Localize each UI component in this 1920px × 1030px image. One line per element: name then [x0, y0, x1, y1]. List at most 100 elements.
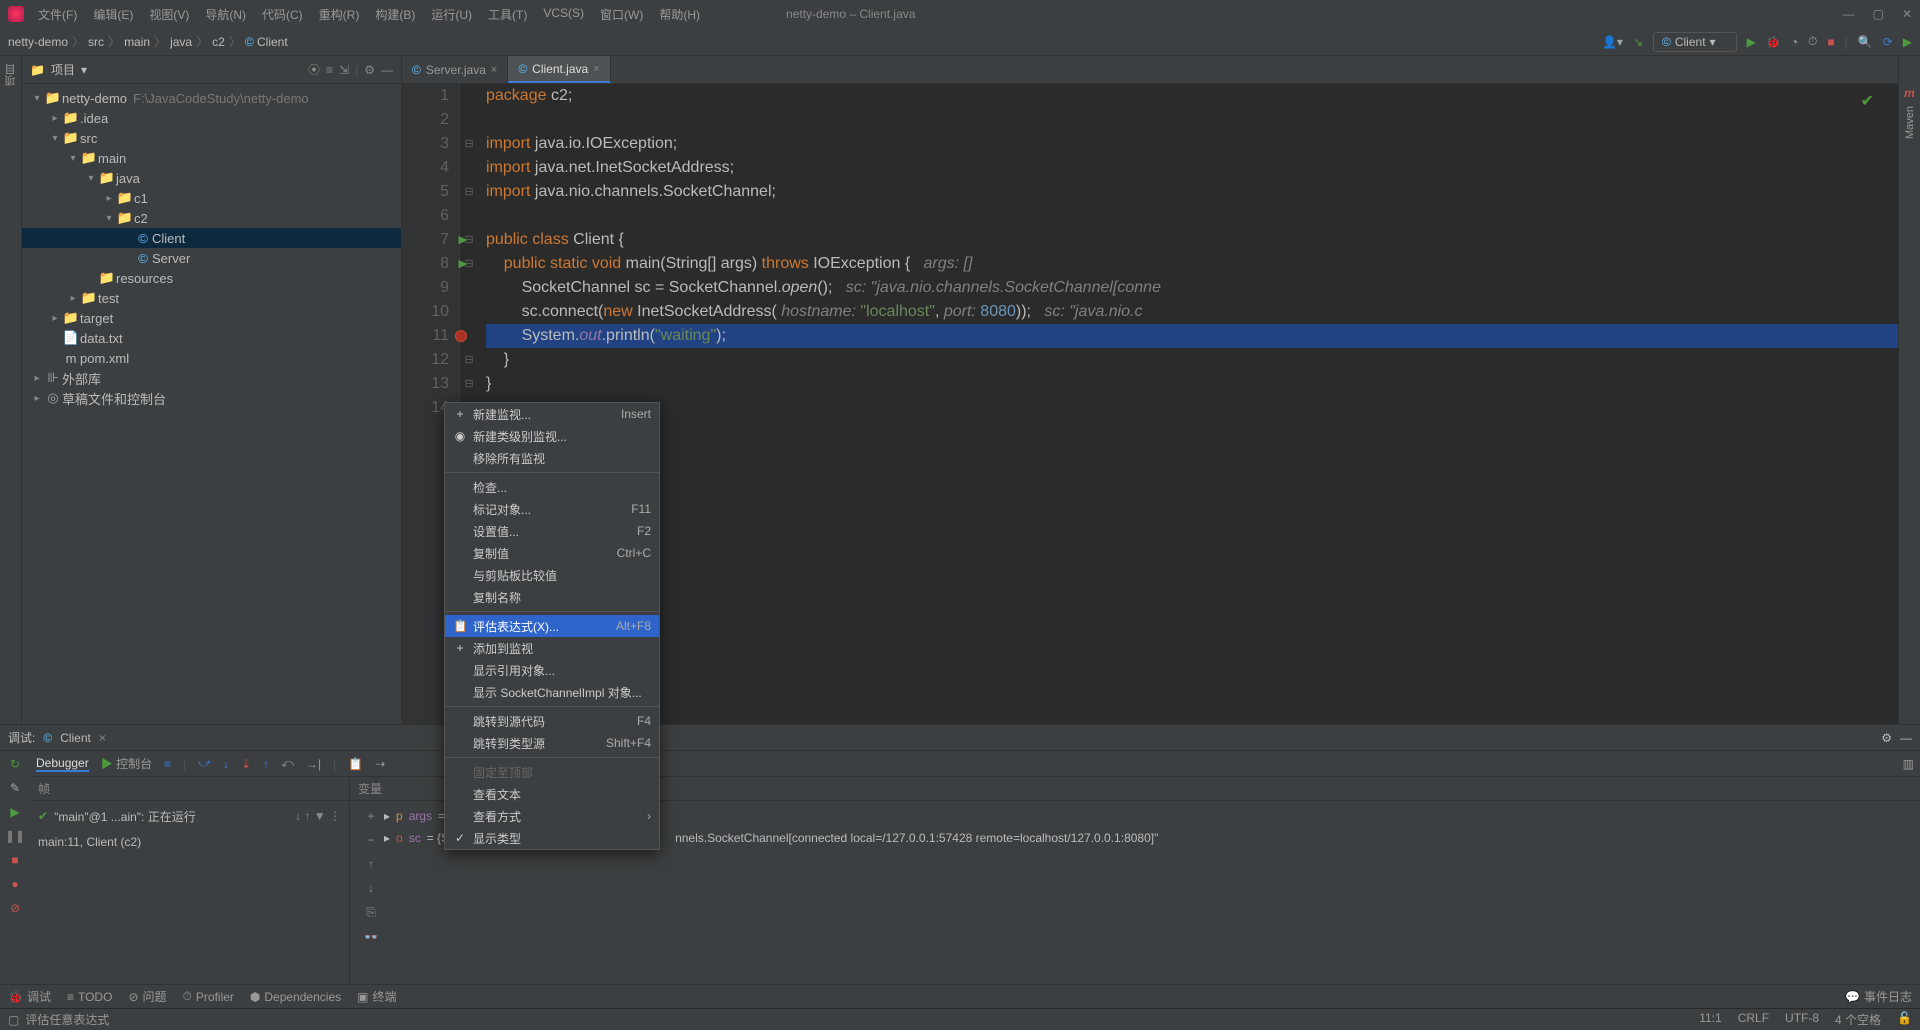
stack-frame-row[interactable]: main:11, Client (c2)	[38, 831, 341, 853]
tool-profiler[interactable]: ⏱ Profiler	[183, 989, 234, 1004]
context-menu-item[interactable]: +添加到监视	[445, 637, 659, 659]
context-menu-item[interactable]: 复制名称	[445, 586, 659, 608]
context-menu-item[interactable]: 移除所有监视	[445, 447, 659, 469]
tool-problems[interactable]: ⊘ 问题	[128, 988, 166, 1005]
close-tab-icon[interactable]: ×	[99, 731, 106, 745]
editor-tab[interactable]: ©Server.java×	[402, 56, 508, 83]
menu-item[interactable]: 文件(F)	[32, 4, 83, 25]
glasses-icon[interactable]: 👓	[364, 930, 379, 944]
rerun-icon[interactable]: ↻	[10, 757, 20, 771]
context-menu-item[interactable]: 与剪贴板比较值	[445, 564, 659, 586]
context-menu-item[interactable]: 检查...	[445, 476, 659, 498]
context-menu-item[interactable]: 复制值Ctrl+C	[445, 542, 659, 564]
readonly-lock-icon[interactable]: 🔓	[1897, 1011, 1912, 1028]
tree-row[interactable]: ▾📁src	[22, 128, 401, 148]
modify-run-icon[interactable]: ✎	[10, 781, 20, 795]
context-menu-item[interactable]: 显示 SocketChannelImpl 对象...	[445, 681, 659, 703]
context-menu-item[interactable]: ◉新建类级别监视...	[445, 425, 659, 447]
layout-icon[interactable]: ▥	[1903, 757, 1914, 771]
maven-tool-button[interactable]: Maven	[1904, 106, 1916, 139]
menu-item[interactable]: 编辑(E)	[87, 4, 139, 25]
breadcrumb-item[interactable]: © Client	[245, 35, 288, 49]
tree-row[interactable]: mpom.xml	[22, 348, 401, 368]
context-menu[interactable]: +新建监视...Insert◉新建类级别监视...移除所有监视检查...标记对象…	[444, 402, 660, 850]
menu-item[interactable]: 视图(V)	[143, 4, 195, 25]
search-icon[interactable]: 🔍	[1858, 35, 1873, 49]
threads-icon[interactable]: ≡	[164, 757, 171, 771]
tree-row[interactable]: ▸⊪外部库	[22, 368, 401, 388]
breadcrumb-item[interactable]: main	[124, 35, 150, 49]
menu-item[interactable]: 重构(R)	[313, 4, 366, 25]
menu-item[interactable]: 工具(T)	[482, 4, 533, 25]
user-icon[interactable]: 👤▾	[1602, 35, 1623, 49]
tool-terminal[interactable]: ▣ 终端	[357, 988, 396, 1005]
project-tree[interactable]: ▾📁netty-demoF:\JavaCodeStudy\netty-demo ▸…	[22, 84, 401, 724]
tree-row[interactable]: ▾📁main	[22, 148, 401, 168]
gear-icon[interactable]: ⚙	[364, 63, 375, 77]
locate-icon[interactable]: ⦿	[308, 61, 320, 78]
tree-row[interactable]: ©Client	[22, 228, 401, 248]
drop-frame-icon[interactable]: ⤺	[281, 756, 294, 771]
remove-watch-icon[interactable]: −	[367, 833, 374, 847]
force-step-into-icon[interactable]: ⇣	[241, 757, 251, 771]
mute-bp-icon[interactable]: ⊘	[10, 901, 20, 915]
indent-info[interactable]: 4 个空格	[1835, 1011, 1881, 1028]
play-with-icon[interactable]: ▶	[1903, 35, 1912, 49]
hide-icon[interactable]: —	[381, 63, 393, 77]
run-config-selector[interactable]: © Client ▾	[1653, 32, 1737, 52]
menu-item[interactable]: 帮助(H)	[653, 4, 706, 25]
editor-tab[interactable]: ©Client.java×	[508, 56, 610, 83]
menu-item[interactable]: VCS(S)	[537, 4, 590, 25]
context-menu-item[interactable]: 显示引用对象...	[445, 659, 659, 681]
breadcrumb-item[interactable]: netty-demo	[8, 35, 68, 49]
tool-todo[interactable]: ≡ TODO	[67, 990, 112, 1004]
maximize-icon[interactable]: ▢	[1873, 7, 1884, 21]
run-to-cursor-icon[interactable]: →|	[306, 757, 321, 771]
run-icon[interactable]: ▶	[1747, 35, 1756, 49]
tab-debugger[interactable]: Debugger	[36, 756, 89, 772]
context-menu-item[interactable]: 📋评估表达式(X)...Alt+F8	[445, 615, 659, 637]
coverage-icon[interactable]: ◔	[1791, 35, 1798, 49]
tree-row[interactable]: 📁resources	[22, 268, 401, 288]
menu-item[interactable]: 导航(N)	[199, 4, 252, 25]
line-separator[interactable]: CRLF	[1738, 1011, 1769, 1028]
step-out-icon[interactable]: ↑	[263, 757, 269, 771]
stop-icon[interactable]: ■	[11, 853, 18, 867]
up-icon[interactable]: ↑	[368, 857, 374, 871]
add-watch-icon[interactable]: +	[367, 809, 374, 823]
resume-icon[interactable]: ▶	[10, 805, 19, 819]
tree-row[interactable]: ▸◎草稿文件和控制台	[22, 388, 401, 408]
file-encoding[interactable]: UTF-8	[1785, 1011, 1819, 1028]
context-menu-item[interactable]: 跳转到源代码F4	[445, 710, 659, 732]
tool-dependencies[interactable]: ⬢ Dependencies	[250, 990, 341, 1004]
breadcrumb-item[interactable]: java	[170, 35, 192, 49]
down-icon[interactable]: ↓	[368, 881, 374, 895]
breadcrumb-item[interactable]: src	[88, 35, 104, 49]
step-over-icon[interactable]: ⤻	[198, 756, 211, 771]
tree-row[interactable]: ©Server	[22, 248, 401, 268]
profiler-icon[interactable]: ⏱	[1808, 34, 1817, 49]
tab-console[interactable]: ▶ 控制台	[101, 755, 152, 772]
breakpoints-icon[interactable]: ●	[11, 877, 18, 891]
tree-row[interactable]: ▾📁java	[22, 168, 401, 188]
context-menu-item[interactable]: +新建监视...Insert	[445, 403, 659, 425]
expand-all-icon[interactable]: ≡	[326, 63, 333, 77]
copy-icon[interactable]: ⎘	[366, 905, 376, 920]
pause-icon[interactable]: ❚❚	[5, 829, 25, 843]
thread-row[interactable]: ✔ "main"@1 ...ain": 正在运行 ↓ ↑ ▼ ⋮	[38, 805, 341, 827]
menu-item[interactable]: 运行(U)	[425, 4, 478, 25]
close-icon[interactable]: ✕	[1902, 7, 1912, 21]
event-log[interactable]: 💬 事件日志	[1845, 988, 1912, 1005]
step-into-icon[interactable]: ↓	[223, 757, 229, 771]
inspection-ok-icon[interactable]: ✔	[1861, 90, 1874, 114]
build-icon[interactable]: ↘	[1633, 35, 1643, 49]
stop-icon[interactable]: ■	[1827, 35, 1834, 49]
breadcrumb-item[interactable]: c2	[212, 35, 225, 49]
sync-icon[interactable]: ⟳	[1883, 35, 1893, 49]
tool-debug[interactable]: 🐞 调试	[8, 988, 51, 1005]
status-icon[interactable]: ▢	[8, 1013, 19, 1027]
tree-row[interactable]: ▾📁netty-demoF:\JavaCodeStudy\netty-demo	[22, 88, 401, 108]
menu-item[interactable]: 代码(C)	[256, 4, 309, 25]
menu-item[interactable]: 构建(B)	[369, 4, 421, 25]
tree-row[interactable]: ▸📁target	[22, 308, 401, 328]
